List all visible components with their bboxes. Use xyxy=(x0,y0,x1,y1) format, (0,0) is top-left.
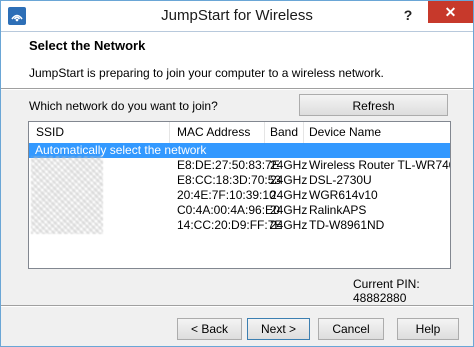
column-device-name[interactable]: Device Name xyxy=(309,125,381,139)
device-name: TD-W8961ND xyxy=(309,218,385,232)
back-button[interactable]: < Back xyxy=(177,318,242,340)
next-button[interactable]: Next > xyxy=(247,318,310,340)
band: 24GHz xyxy=(270,203,308,217)
list-item[interactable]: C0:4A:00:4A:96:E0 24GHz RalinkAPS xyxy=(29,203,450,218)
list-header: SSID MAC Address Band Device Name xyxy=(29,122,450,144)
footer-divider-highlight xyxy=(1,306,473,307)
refresh-button[interactable]: Refresh xyxy=(299,94,448,116)
device-name: DSL-2730U xyxy=(309,173,372,187)
cancel-button[interactable]: Cancel xyxy=(318,318,384,340)
network-list[interactable]: SSID MAC Address Band Device Name Automa… xyxy=(28,121,451,269)
list-item[interactable]: E8:DE:27:50:83:7E 24GHz Wireless Router … xyxy=(29,158,450,173)
list-item[interactable]: 14:CC:20:D9:FF:7E 24GHz TD-W8961ND xyxy=(29,218,450,233)
band: 24GHz xyxy=(270,158,308,172)
list-item[interactable]: 20:4E:7F:10:39:10 24GHz WGR614v10 xyxy=(29,188,450,203)
band: 24GHz xyxy=(270,218,308,232)
wizard-window: JumpStart for Wireless ? ✕ Select the Ne… xyxy=(0,0,474,347)
page-title: Select the Network xyxy=(29,38,146,53)
list-item[interactable]: E8:CC:18:3D:70:53 24GHz DSL-2730U xyxy=(29,173,450,188)
current-pin: Current PIN: 48882880 xyxy=(353,277,420,305)
header-panel: Select the Network JumpStart is preparin… xyxy=(1,32,473,88)
help-button[interactable]: Help xyxy=(397,318,459,340)
title-help-button[interactable]: ? xyxy=(398,5,418,25)
band: 24GHz xyxy=(270,188,308,202)
column-mac-address[interactable]: MAC Address xyxy=(177,125,250,139)
mac-address: E8:CC:18:3D:70:53 xyxy=(177,173,282,187)
device-name: Wireless Router TL-WR740N xyxy=(309,158,451,172)
close-button[interactable]: ✕ xyxy=(428,1,473,23)
header-divider-highlight xyxy=(1,89,473,90)
device-name: WGR614v10 xyxy=(309,188,378,202)
column-ssid[interactable]: SSID xyxy=(36,125,64,139)
mac-address: E8:DE:27:50:83:7E xyxy=(177,158,280,172)
column-band[interactable]: Band xyxy=(270,125,298,139)
title-bar[interactable]: JumpStart for Wireless ? ✕ xyxy=(1,1,473,32)
device-name: RalinkAPS xyxy=(309,203,367,217)
page-description: JumpStart is preparing to join your comp… xyxy=(29,66,384,80)
band: 24GHz xyxy=(270,173,308,187)
mac-address: 20:4E:7F:10:39:10 xyxy=(177,188,276,202)
network-question: Which network do you want to join? xyxy=(29,99,218,113)
column-divider xyxy=(169,122,170,143)
mac-address: 14:CC:20:D9:FF:7E xyxy=(177,218,283,232)
column-divider xyxy=(264,122,265,143)
mac-address: C0:4A:00:4A:96:E0 xyxy=(177,203,280,217)
column-divider xyxy=(303,122,304,143)
